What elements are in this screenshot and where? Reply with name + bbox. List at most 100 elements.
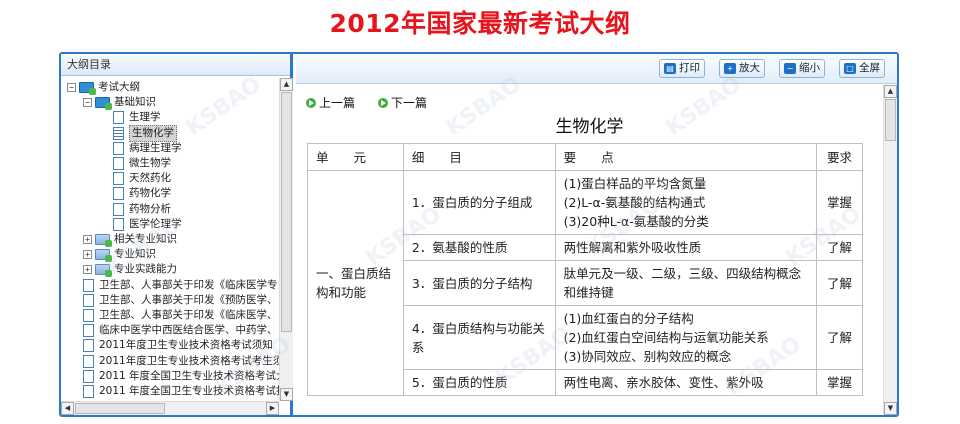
tree-item[interactable]: 2011 年度全国卫生专业技术资格考试大: [83, 369, 279, 384]
tree-item[interactable]: + 专业知识: [83, 247, 156, 263]
detail-cell: 4．蛋白质结构与功能关系: [402, 305, 556, 370]
prev-label: 上一篇: [319, 96, 356, 110]
tree-item[interactable]: 卫生部、人事部关于印发《预防医学、: [83, 293, 278, 308]
syllabus-tree-panel: 大纲目录 − 考试大纲 − 基础知识 生理学 生物化学 病理生理学 微生物学 天然药化 药物化学药…: [61, 54, 293, 415]
document-icon: [113, 202, 124, 216]
unit-cell: 一、蛋白质结构和功能: [307, 170, 404, 396]
tree-body: − 考试大纲 − 基础知识 生理学 生物化学 病理生理学 微生物学 天然药化 药物化学 药物分析 医学…: [61, 78, 279, 401]
zoom-out-icon: −: [784, 63, 796, 74]
folder-open-icon: [95, 97, 112, 111]
tree-item-label: 基础知识: [114, 96, 156, 109]
tree-item[interactable]: 微生物学: [113, 156, 171, 171]
fullscreen-icon: □: [844, 63, 856, 74]
tree-item[interactable]: 病理生理学: [113, 141, 182, 156]
tree-item[interactable]: − 基础知识: [83, 95, 156, 111]
point-cell: (1)血红蛋白的分子结构 (2)血红蛋白空间结构与运氧功能关系 (3)协同效应、别构…: [554, 305, 818, 370]
document-icon: [83, 293, 94, 307]
requirement-cell: 掌握: [816, 369, 863, 396]
tree-item[interactable]: 生物化学: [113, 124, 177, 142]
syllabus-table: 单 元 细 目 要 点 要求 一、蛋白质结构和功能 1．蛋白质的分子组成 (1)蛋白…: [307, 143, 863, 396]
header-point: 要 点: [554, 143, 818, 171]
collapse-icon[interactable]: −: [67, 83, 76, 92]
point-line: (2)血红蛋白空间结构与运氧功能关系: [563, 330, 769, 345]
zoom-in-icon: +: [724, 63, 736, 74]
scroll-up-arrow-icon[interactable]: ▲: [884, 85, 897, 98]
expand-icon[interactable]: +: [83, 265, 92, 275]
tree-item[interactable]: 卫生部、人事部关于印发《临床医学、: [83, 308, 278, 323]
tree-item[interactable]: 2011年度卫生专业技术资格考试考生须: [83, 354, 279, 369]
point-line: (1)蛋白样品的平均含氮量: [563, 176, 707, 191]
document-vertical-scrollbar[interactable]: ▲ ▼: [883, 85, 897, 415]
tree-vertical-scrollbar[interactable]: ▲ ▼: [279, 78, 293, 401]
document-icon: [83, 278, 94, 292]
requirement-cell: 了解: [816, 305, 863, 370]
tree-item[interactable]: 医学伦理学: [113, 217, 182, 232]
point-line: (3)20种L-α-氨基酸的分类: [563, 214, 709, 229]
expand-icon[interactable]: +: [83, 235, 92, 244]
tree-item-label: 2011 年度全国卫生专业技术资格考试报: [99, 385, 279, 397]
tree-item-label: 药物分析: [129, 202, 171, 215]
printer-icon: ▤: [664, 63, 676, 74]
print-label: 打印: [679, 62, 700, 74]
document-icon: [113, 126, 124, 140]
tree-item-label: 医学伦理学: [129, 217, 182, 230]
green-arrow-icon: [378, 97, 388, 108]
tree-item[interactable]: − 考试大纲: [67, 80, 140, 95]
print-button[interactable]: ▤ 打印: [659, 59, 705, 78]
document-icon: [113, 141, 124, 155]
tree-item[interactable]: 临床中医学中西医结合医学、中药学、: [83, 323, 278, 338]
document-toolbar: ▤ 打印 + 放大 − 缩小 □ 全屏: [296, 54, 897, 84]
scroll-up-arrow-icon[interactable]: ▲: [280, 78, 293, 91]
tree-item[interactable]: 2011 年度全国卫生专业技术资格考试报: [83, 384, 279, 399]
fullscreen-button[interactable]: □ 全屏: [839, 59, 885, 78]
tree-item-label: 2011 年度全国卫生专业技术资格考试大: [99, 369, 279, 382]
expand-icon[interactable]: +: [83, 250, 92, 260]
green-arrow-icon: [306, 97, 316, 108]
document-title: 生物化学: [555, 117, 624, 137]
document-scroll-thumb[interactable]: [885, 99, 896, 141]
point-cell: 两性电离、亲水胶体、变性、紫外吸: [554, 369, 818, 396]
folder-icon: [95, 249, 112, 263]
tree-item[interactable]: 天然药化: [113, 171, 171, 186]
scroll-down-arrow-icon[interactable]: ▼: [884, 402, 897, 415]
document-content: 上一篇 下一篇 生物化学 单 元 细 目 要 点 要求 一、蛋白质结构和功能 1．…: [296, 85, 883, 415]
point-cell: 肽单元及一级、二级，三级、四级结构概念和维持键: [554, 260, 818, 306]
tree-scroll-thumb[interactable]: [281, 92, 292, 332]
scroll-right-arrow-icon[interactable]: ▶: [266, 402, 279, 415]
scroll-left-arrow-icon[interactable]: ◀: [61, 402, 74, 415]
tree-item-label: 天然药化: [129, 172, 171, 185]
collapse-icon[interactable]: −: [83, 98, 92, 108]
tree-item[interactable]: 药物分析: [113, 202, 171, 217]
tree-item[interactable]: 卫生部、人事部关于印发《临床医学专: [83, 278, 278, 293]
zoom-out-button[interactable]: − 缩小: [779, 59, 825, 78]
tree-item[interactable]: 药物化学: [113, 186, 171, 201]
tree-item-label: 专业实践能力: [114, 263, 177, 276]
page-title: 2012年国家最新考试大纲: [329, 9, 631, 38]
zoom-in-button[interactable]: + 放大: [719, 59, 765, 78]
document-icon: [83, 324, 94, 338]
zoom-out-label: 缩小: [799, 62, 820, 74]
tree-item-label: 卫生部、人事部关于印发《临床医学、: [99, 309, 278, 321]
next-label: 下一篇: [391, 96, 428, 110]
syllabus-viewer: 大纲目录 − 考试大纲 − 基础知识 生理学 生物化学 病理生理学 微生物学 天然药化 药物化学药…: [59, 52, 899, 417]
next-article-link[interactable]: 下一篇: [378, 94, 427, 111]
requirement-cell: 了解: [816, 260, 863, 306]
tree-item-label: 生理学: [129, 111, 161, 124]
zoom-in-label: 放大: [739, 62, 760, 74]
scroll-down-arrow-icon[interactable]: ▼: [280, 388, 293, 401]
table-header-row: 单 元 细 目 要 点 要求: [307, 143, 863, 171]
tree-horizontal-scrollbar[interactable]: ◀ ▶: [61, 401, 279, 415]
tree-item[interactable]: 2011年度卫生专业技术资格考试须知: [83, 338, 273, 353]
document-icon: [83, 309, 94, 322]
tree-item[interactable]: 生理学: [113, 110, 161, 125]
tree-header: 大纲目录: [61, 54, 290, 76]
tree-item-label: 考试大纲: [98, 81, 140, 93]
tree-item-label: 卫生部、人事部关于印发《预防医学、: [99, 293, 278, 306]
tree-hscroll-thumb[interactable]: [75, 403, 165, 414]
tree-item[interactable]: + 专业实践能力: [83, 262, 177, 278]
previous-article-link[interactable]: 上一篇: [306, 94, 355, 111]
document-icon: [113, 157, 124, 170]
document-icon: [83, 354, 94, 368]
tree-item[interactable]: + 相关专业知识: [83, 232, 177, 247]
fullscreen-label: 全屏: [859, 62, 880, 74]
